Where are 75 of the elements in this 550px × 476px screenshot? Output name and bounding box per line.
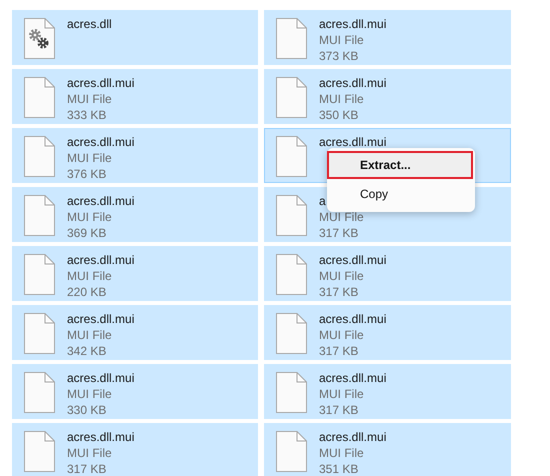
file-tile[interactable]: acres.dll.mui MUI File 220 KB [12,246,258,301]
file-tile[interactable]: acres.dll.mui MUI File 330 KB [12,364,258,419]
file-icon [276,431,307,472]
file-tile[interactable]: acres.dll.mui MUI File 342 KB [12,305,258,360]
file-tile[interactable]: acres.dll.mui MUI File 376 KB [12,128,258,183]
file-type: MUI File [319,445,364,461]
file-name: acres.dll.mui [67,252,134,268]
file-size: 376 KB [67,166,106,182]
file-icon [276,313,307,354]
file-tile[interactable]: acres.dll.mui MUI File 317 KB [264,305,511,360]
file-tile[interactable]: acres.dll.mui MUI File 317 KB [264,246,511,301]
file-name: acres.dll.mui [67,134,134,150]
file-icon [24,195,55,236]
file-type: MUI File [319,209,364,225]
file-type: MUI File [319,91,364,107]
file-name: acres.dll.mui [319,311,386,327]
file-size: 317 KB [319,402,358,418]
file-type: MUI File [319,32,364,48]
file-size: 333 KB [67,107,106,123]
file-type: MUI File [67,268,112,284]
file-type: MUI File [67,445,112,461]
file-name: acres.dll.mui [67,311,134,327]
file-tile[interactable]: acres.dll.mui MUI File 350 KB [264,69,511,124]
file-size: 351 KB [319,461,358,476]
file-icon [276,18,307,59]
file-name: acres.dll.mui [67,193,134,209]
file-icon [276,254,307,295]
file-icon [276,195,307,236]
file-type: MUI File [67,150,112,166]
file-name: acres.dll [67,16,112,32]
file-name: acres.dll.mui [67,429,134,445]
file-tile[interactable]: acres.dll.mui MUI File 373 KB [264,10,511,65]
file-type: MUI File [319,327,364,343]
file-size: 342 KB [67,343,106,359]
file-icon [24,313,55,354]
file-size: 369 KB [67,225,106,241]
file-name: acres.dll.mui [67,370,134,386]
file-name: acres.dll.mui [319,429,386,445]
file-size: 317 KB [319,284,358,300]
file-tile[interactable]: acres.dll.mui MUI File 317 KB [264,364,511,419]
file-size: 317 KB [319,225,358,241]
file-icon [276,136,307,177]
file-tile[interactable]: acres.dll [12,10,258,65]
file-name: acres.dll.mui [319,252,386,268]
file-icon [276,77,307,118]
file-tile[interactable]: acres.dll.mui MUI File 369 KB [12,187,258,242]
file-size: 317 KB [319,343,358,359]
file-icon [276,372,307,413]
settings-file-icon [24,18,55,59]
file-name: acres.dll.mui [67,75,134,91]
menu-item[interactable]: Extract... [327,151,473,179]
file-type: MUI File [67,386,112,402]
file-type: MUI File [319,268,364,284]
file-size: 317 KB [67,461,106,476]
file-icon [24,136,55,177]
file-name: acres.dll.mui [319,16,386,32]
file-tile[interactable]: acres.dll.mui MUI File 351 KB [264,423,511,476]
file-icon [24,431,55,472]
file-tile[interactable]: acres.dll.mui MUI File 333 KB [12,69,258,124]
file-size: 373 KB [319,48,358,64]
file-type: MUI File [319,386,364,402]
file-name: acres.dll.mui [319,75,386,91]
file-type: MUI File [67,91,112,107]
file-name: acres.dll.mui [319,134,386,150]
file-name: a [319,193,326,209]
file-icon [24,77,55,118]
file-size: 350 KB [319,107,358,123]
file-name: acres.dll.mui [319,370,386,386]
file-icon [24,372,55,413]
file-tile[interactable]: acres.dll.mui MUI File 317 KB [12,423,258,476]
file-size: 330 KB [67,402,106,418]
file-type: MUI File [67,209,112,225]
file-icon [24,254,55,295]
file-size: 220 KB [67,284,106,300]
file-type: MUI File [67,327,112,343]
